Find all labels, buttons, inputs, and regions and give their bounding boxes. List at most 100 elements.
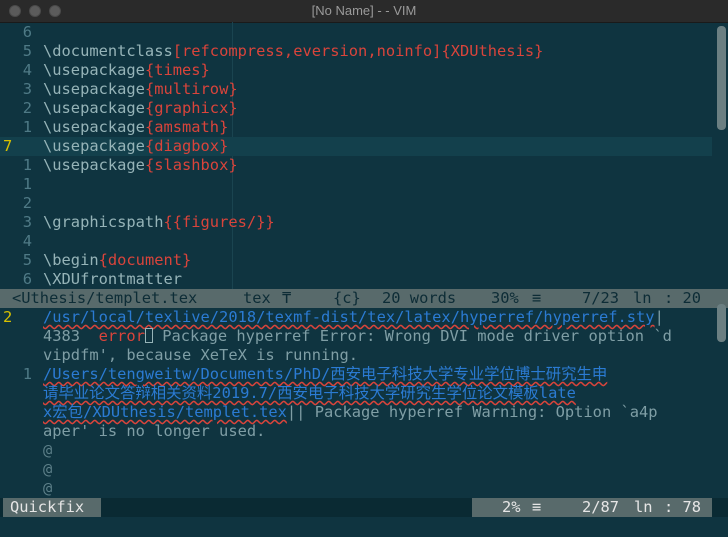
line-number: 1 [22,156,32,174]
code-line[interactable]: 4 \usepackage{times} [0,61,712,80]
quickfix-text: @ [43,460,52,479]
latex-argument: {multirow} [144,80,238,98]
latex-command: \usepackage [43,61,145,79]
quickfix-text: vipdfm', because XeTeX is running. [43,346,358,365]
code-line[interactable]: 6 [0,23,712,42]
code-text: \usepackage{multirow} [43,80,238,99]
vim-window: [No Name] - - VIM 6 5 \documentclass[refco… [0,0,728,537]
latex-command: \documentclass [43,42,173,60]
empty-line-marker: @ [43,441,53,459]
quickfix-line[interactable]: x宏包/XDUthesis/templet.tex|| Package hype… [0,403,712,422]
quickfix-line[interactable]: 4383 error Package hyperref Error: Wrong… [0,327,712,346]
quickfix-line[interactable]: 1/Users/tengweitw/Documents/PhD/西安电子科技大学… [0,365,712,384]
quickfix-text: /Users/tengweitw/Documents/PhD/西安电子科技大学专… [43,365,607,384]
code-line[interactable]: 1 \usepackage{slashbox} [0,156,712,175]
line-number: 5 [22,251,32,269]
code-line[interactable]: 6 \XDUfrontmatter [0,270,712,289]
quickfix-text: @ [43,441,52,460]
latex-argument: {slashbox} [144,156,238,174]
code-text: \usepackage{times} [43,61,210,80]
latex-argument: {{figures/}} [163,213,275,231]
error-label: error [98,327,145,345]
line-number: 3 [22,213,32,231]
quickfix-scrollbar[interactable] [717,304,726,342]
latex-command: \usepackage [43,156,145,174]
quickfix-line[interactable]: @ [0,441,712,460]
code-line[interactable]: 3 \graphicspath{{figures/}} [0,213,712,232]
separator: | [654,308,664,326]
latex-command: \begin [43,251,99,269]
line-number: 1 [22,365,32,383]
code-text: \usepackage{slashbox} [43,156,238,175]
status-position: 7/23 [582,289,620,307]
line-number: 1 [22,118,32,136]
latex-argument: [refcompress,eversion,noinfo]{XDUthesis} [172,42,544,60]
latex-command: \usepackage [43,118,145,136]
file-path[interactable]: /usr/local/texlive/2018/texmf-dist/tex/l… [43,308,655,326]
status-filetype: tex [243,289,271,307]
status-ln-label: ln [633,289,652,307]
latex-command: \usepackage [43,137,145,155]
latex-command: \usepackage [43,99,145,117]
quickfix-line[interactable]: @ [0,479,712,498]
window-title: [No Name] - - VIM [311,3,417,18]
title-bar: [No Name] - - VIM [0,0,728,23]
quickfix-text: @ [43,479,52,498]
quickfix-message: aper' is no longer used. [43,422,266,440]
file-path[interactable]: 请毕业论文答辩相关资料2019.7/西安电子科技大学研究生学位论文模板late [43,384,576,402]
line-number: 6 [22,23,32,41]
quickfix-line[interactable]: aper' is no longer used. [0,422,712,441]
line-number: 6 [22,270,32,288]
format-icon: ₸ [282,289,292,307]
quickfix-text: aper' is no longer used. [43,422,265,441]
empty-line-marker: @ [43,460,53,478]
code-line[interactable]: 5 \documentclass[refcompress,eversion,noi… [0,42,712,61]
code-line[interactable]: 3 \usepackage{multirow} [0,80,712,99]
file-path[interactable]: x宏包/XDUthesis/templet.tex [43,403,287,421]
quickfix-line[interactable]: 请毕业论文答辩相关资料2019.7/西安电子科技大学研究生学位论文模板late [0,384,712,403]
code-text: \graphicspath{{figures/}} [43,213,275,232]
quickfix-column: : 78 [664,498,702,516]
code-text: \usepackage{amsmath} [43,118,228,137]
code-text: \begin{document} [43,251,191,270]
quickfix-line[interactable]: @ [0,460,712,479]
quickfix-text: 4383 error Package hyperref Error: Wrong… [43,327,672,346]
code-line[interactable]: 1 \usepackage{amsmath} [0,118,712,137]
editor-scrollbar[interactable] [717,26,726,130]
code-line[interactable]: 7 \usepackage{diagbox} [0,137,712,156]
error-line-number: 4383 [43,327,90,345]
quickfix-text: 请毕业论文答辩相关资料2019.7/西安电子科技大学研究生学位论文模板late [43,384,576,403]
quickfix-status-right: 2% ≡ 2/87 ln : 78 [472,498,712,517]
menu-lines-icon: ≡ [532,289,542,307]
code-line[interactable]: 5 \begin{document} [0,251,712,270]
code-line[interactable]: 4 [0,232,712,251]
quickfix-position: 2/87 [582,498,620,516]
latex-argument: {diagbox} [144,137,229,155]
line-number: 2 [3,308,13,326]
code-line[interactable]: 2 \usepackage{graphicx} [0,99,712,118]
quickfix-ln-label: ln [634,498,653,516]
text-cursor [144,328,153,343]
line-number: 2 [22,99,32,117]
latex-command: \graphicspath [43,213,164,231]
latex-command: \XDUfrontmatter [43,270,182,288]
empty-line-marker: @ [43,479,53,497]
code-line[interactable]: 1 [0,175,712,194]
file-path[interactable]: /Users/tengweitw/Documents/PhD/西安电子科技大学专… [43,365,607,383]
code-line[interactable]: 2 [0,194,712,213]
latex-argument: {amsmath} [144,118,229,136]
line-number: 2 [22,194,32,212]
latex-argument: {document} [98,251,192,269]
code-text: \XDUfrontmatter [43,270,182,289]
code-text: \usepackage{graphicx} [43,99,238,118]
code-text: \usepackage{diagbox} [43,137,228,156]
line-number: 3 [22,80,32,98]
menu-lines-icon: ≡ [532,498,542,516]
latex-command: \usepackage [43,80,145,98]
quickfix-line[interactable]: 2/usr/local/texlive/2018/texmf-dist/tex/… [0,308,712,327]
quickfix-line[interactable]: vipdfm', because XeTeX is running. [0,346,712,365]
quickfix-statusline: Quickfix 2% ≡ 2/87 ln : 78 [0,498,728,517]
latex-argument: {graphicx} [144,99,238,117]
code-text: \documentclass[refcompress,eversion,noin… [43,42,543,61]
editor-statusline: <Uthesis/templet.tex tex ₸ {c} 20 words … [0,289,728,308]
